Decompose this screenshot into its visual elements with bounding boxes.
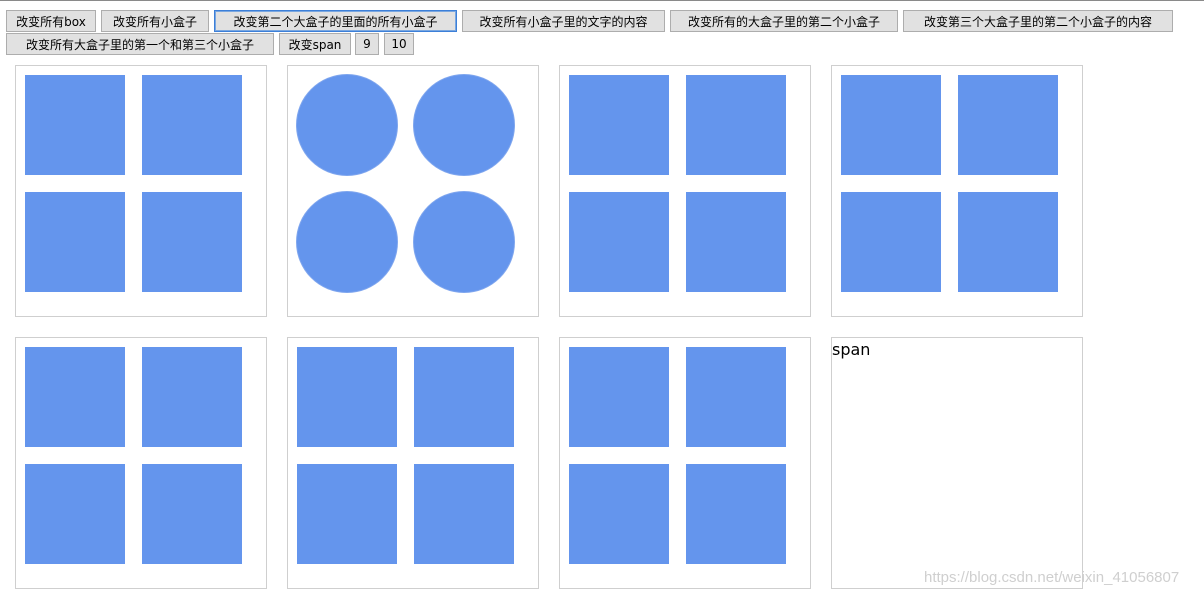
small-box	[297, 464, 397, 564]
small-box	[569, 192, 669, 292]
window-top-line	[0, 0, 1204, 1]
button-9[interactable]: 9	[355, 33, 379, 55]
change-all-box-button[interactable]: 改变所有box	[6, 10, 96, 32]
small-box	[297, 347, 397, 447]
small-box	[142, 347, 242, 447]
big-box-4	[831, 65, 1083, 317]
change-all-small-boxes-button[interactable]: 改变所有小盒子	[101, 10, 209, 32]
small-box	[958, 75, 1058, 175]
change-small-box-text-button[interactable]: 改变所有小盒子里的文字的内容	[462, 10, 665, 32]
small-box-circle	[297, 192, 397, 292]
change-span-button[interactable]: 改变span	[279, 33, 351, 55]
big-box-1	[15, 65, 267, 317]
big-box-6	[287, 337, 539, 589]
small-box-circle	[414, 75, 514, 175]
span-box: span	[831, 337, 1083, 589]
small-box-circle	[414, 192, 514, 292]
small-box	[142, 464, 242, 564]
small-box	[142, 192, 242, 292]
small-box	[958, 192, 1058, 292]
small-box	[414, 347, 514, 447]
small-box	[686, 464, 786, 564]
big-box-7	[559, 337, 811, 589]
small-box	[142, 75, 242, 175]
change-third-big-second-small-content-button[interactable]: 改变第三个大盒子里的第二个小盒子的内容	[903, 10, 1173, 32]
small-box	[25, 464, 125, 564]
small-box	[414, 464, 514, 564]
button-row-1: 改变所有box 改变所有小盒子 改变第二个大盒子的里面的所有小盒子 改变所有小盒…	[0, 10, 1204, 32]
small-box	[841, 75, 941, 175]
small-box	[686, 192, 786, 292]
small-box	[25, 75, 125, 175]
button-row-2: 改变所有大盒子里的第一个和第三个小盒子 改变span 9 10	[0, 33, 1204, 55]
watermark: https://blog.csdn.net/weixin_41056807	[924, 569, 1180, 586]
small-box	[841, 192, 941, 292]
button-10[interactable]: 10	[384, 33, 414, 55]
change-second-small-box-button[interactable]: 改变所有的大盒子里的第二个小盒子	[670, 10, 898, 32]
small-box	[25, 192, 125, 292]
small-box	[686, 75, 786, 175]
big-box-2	[287, 65, 539, 317]
big-box-3	[559, 65, 811, 317]
change-first-third-small-boxes-button[interactable]: 改变所有大盒子里的第一个和第三个小盒子	[6, 33, 274, 55]
change-second-big-box-small-boxes-button[interactable]: 改变第二个大盒子的里面的所有小盒子	[214, 10, 457, 32]
small-box	[569, 347, 669, 447]
big-box-5	[15, 337, 267, 589]
span-text: span	[832, 340, 871, 359]
small-box	[25, 347, 125, 447]
small-box-circle	[297, 75, 397, 175]
small-box	[569, 75, 669, 175]
small-box	[686, 347, 786, 447]
small-box	[569, 464, 669, 564]
